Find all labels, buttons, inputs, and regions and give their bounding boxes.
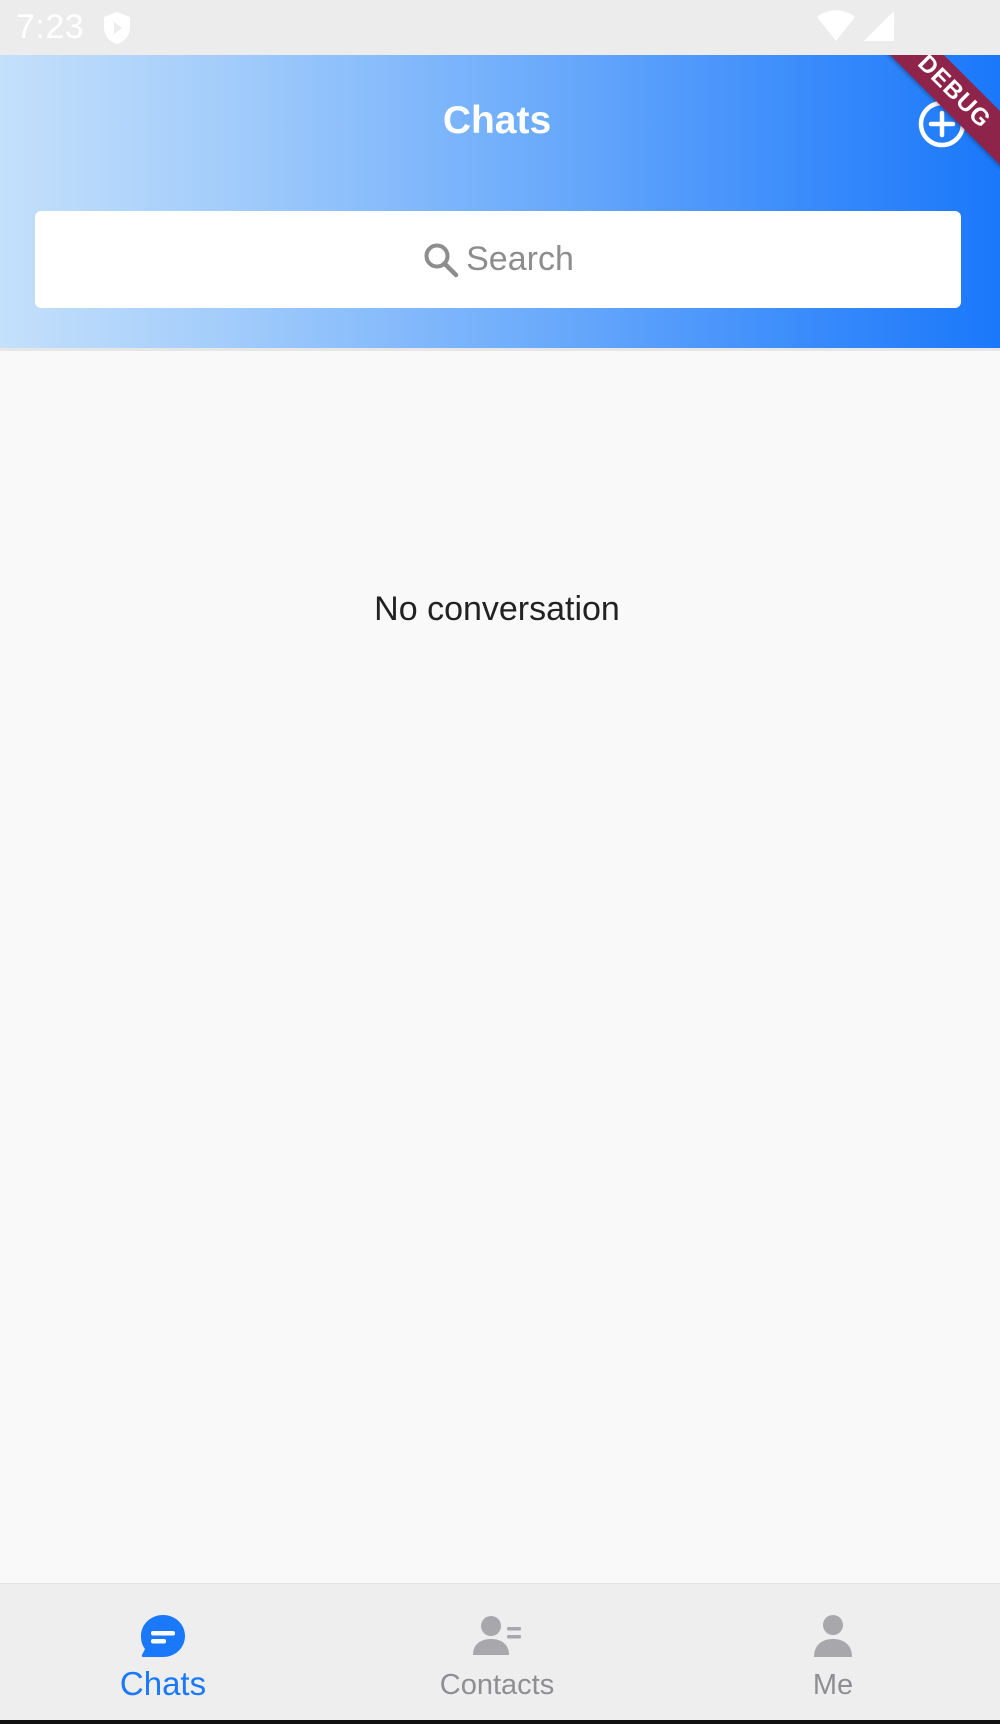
status-indicators [816,9,896,43]
cell-signal-icon [864,11,894,41]
search-placeholder: Search [466,240,574,278]
app-header: Chats DEBUG Search [0,55,1000,348]
shield-play-icon [104,11,131,44]
nav-item-contacts[interactable]: Contacts [397,1584,597,1724]
nav-item-chats[interactable]: Chats [63,1584,263,1724]
search-input[interactable]: Search [35,211,961,308]
status-bar: 7:23 [0,0,1000,55]
person-icon [814,1615,852,1657]
search-icon [424,243,459,277]
nav-item-me[interactable]: Me [733,1584,933,1724]
nav-label-contacts: Contacts [439,1669,555,1701]
header-divider [0,348,1000,351]
nav-label-chats: Chats [119,1665,207,1702]
status-time: 7:23 [16,8,85,46]
bottom-nav: Chats Contacts Me [0,1583,1000,1724]
screen-bottom-edge [0,1720,1000,1724]
chat-bubble-icon [141,1615,185,1657]
nav-label-me: Me [812,1669,854,1701]
empty-state-message: No conversation [374,590,620,628]
contacts-icon [473,1616,521,1655]
page-title: Chats [442,99,552,142]
wifi-icon [817,10,855,41]
